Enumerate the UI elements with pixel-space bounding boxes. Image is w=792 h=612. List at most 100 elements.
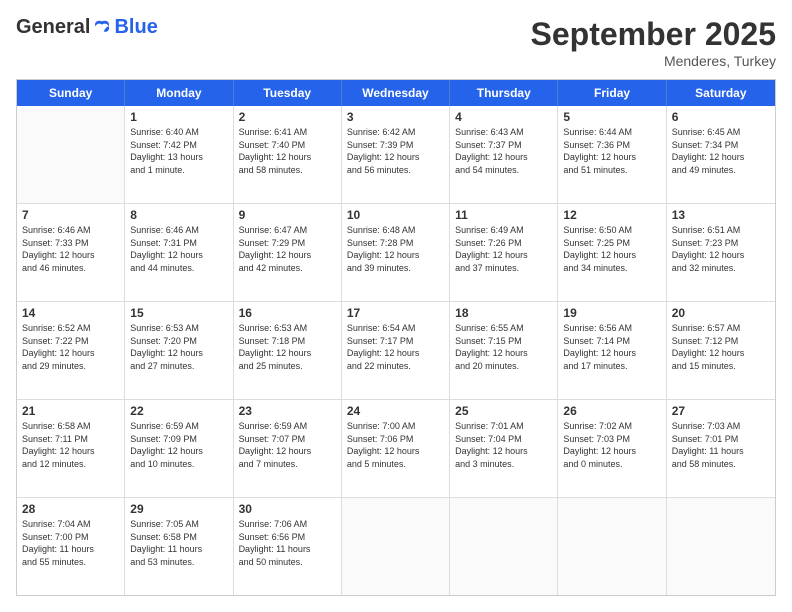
day-number: 27 — [672, 404, 770, 418]
day-number: 29 — [130, 502, 227, 516]
day-info: Sunrise: 6:58 AMSunset: 7:11 PMDaylight:… — [22, 420, 119, 470]
day-cell-5: 5Sunrise: 6:44 AMSunset: 7:36 PMDaylight… — [558, 106, 666, 203]
day-cell-7: 7 Sunrise: 6:46 AMSunset: 7:33 PMDaylight… — [17, 204, 125, 301]
title-area: September 2025 Menderes, Turkey — [531, 16, 776, 69]
day-cell-23: 23 Sunrise: 6:59 AMSunset: 7:07 PMDayligh… — [234, 400, 342, 497]
day-number: 25 — [455, 404, 552, 418]
empty-cell-4-3 — [342, 498, 450, 595]
day-number: 4 — [455, 110, 552, 124]
day-info: Sunrise: 6:42 AMSunset: 7:39 PMDaylight:… — [347, 126, 444, 176]
day-info: Sunrise: 6:40 AMSunset: 7:42 PMDaylight:… — [130, 126, 227, 176]
day-info: Sunrise: 6:45 AMSunset: 7:34 PMDaylight:… — [672, 126, 770, 176]
header: General Blue September 2025 Menderes, Tu… — [16, 16, 776, 69]
day-header-friday: Friday — [558, 80, 666, 106]
day-number: 30 — [239, 502, 336, 516]
week-row-0: 1 Sunrise: 6:40 AMSunset: 7:42 PMDaylight… — [17, 106, 775, 204]
empty-cell-4-5 — [558, 498, 666, 595]
day-number: 7 — [22, 208, 119, 222]
day-header-monday: Monday — [125, 80, 233, 106]
day-info: Sunrise: 6:53 AMSunset: 7:20 PMDaylight:… — [130, 322, 227, 372]
day-number: 26 — [563, 404, 660, 418]
day-cell-27: 27 Sunrise: 7:03 AMSunset: 7:01 PMDayligh… — [667, 400, 775, 497]
day-cell-12: 12 Sunrise: 6:50 AMSunset: 7:25 PMDayligh… — [558, 204, 666, 301]
day-info: Sunrise: 6:53 AMSunset: 7:18 PMDaylight:… — [239, 322, 336, 372]
day-number: 14 — [22, 306, 119, 320]
day-number: 28 — [22, 502, 119, 516]
day-info: Sunrise: 7:04 AMSunset: 7:00 PMDaylight:… — [22, 518, 119, 568]
day-number: 15 — [130, 306, 227, 320]
month-title: September 2025 — [531, 16, 776, 53]
day-info: Sunrise: 6:43 AMSunset: 7:37 PMDaylight:… — [455, 126, 552, 176]
calendar-body: 1 Sunrise: 6:40 AMSunset: 7:42 PMDaylight… — [17, 106, 775, 595]
day-cell-17: 17 Sunrise: 6:54 AMSunset: 7:17 PMDayligh… — [342, 302, 450, 399]
empty-cell-4-4 — [450, 498, 558, 595]
day-number: 3 — [347, 110, 444, 124]
day-header-thursday: Thursday — [450, 80, 558, 106]
day-header-wednesday: Wednesday — [342, 80, 450, 106]
day-number: 17 — [347, 306, 444, 320]
day-info: Sunrise: 6:59 AMSunset: 7:07 PMDaylight:… — [239, 420, 336, 470]
day-cell-22: 22Sunrise: 6:59 AMSunset: 7:09 PMDayligh… — [125, 400, 233, 497]
day-cell-13: 13 Sunrise: 6:51 AMSunset: 7:23 PMDayligh… — [667, 204, 775, 301]
day-cell-6: 6 Sunrise: 6:45 AMSunset: 7:34 PMDaylight… — [667, 106, 775, 203]
day-number: 8 — [130, 208, 227, 222]
day-info: Sunrise: 6:46 AMSunset: 7:31 PMDaylight:… — [130, 224, 227, 274]
day-cell-29: 29 Sunrise: 7:05 AMSunset: 6:58 PMDayligh… — [125, 498, 233, 595]
day-header-saturday: Saturday — [667, 80, 775, 106]
day-cell-14: 14Sunrise: 6:52 AMSunset: 7:22 PMDayligh… — [17, 302, 125, 399]
day-info: Sunrise: 6:57 AMSunset: 7:12 PMDaylight:… — [672, 322, 770, 372]
day-info: Sunrise: 7:01 AMSunset: 7:04 PMDaylight:… — [455, 420, 552, 470]
day-cell-1: 1 Sunrise: 6:40 AMSunset: 7:42 PMDaylight… — [125, 106, 233, 203]
logo-bird-icon — [92, 18, 112, 38]
day-info: Sunrise: 6:50 AMSunset: 7:25 PMDaylight:… — [563, 224, 660, 274]
week-row-3: 21 Sunrise: 6:58 AMSunset: 7:11 PMDayligh… — [17, 400, 775, 498]
day-info: Sunrise: 7:05 AMSunset: 6:58 PMDaylight:… — [130, 518, 227, 568]
day-info: Sunrise: 6:54 AMSunset: 7:17 PMDaylight:… — [347, 322, 444, 372]
day-number: 16 — [239, 306, 336, 320]
day-cell-18: 18 Sunrise: 6:55 AMSunset: 7:15 PMDayligh… — [450, 302, 558, 399]
day-number: 19 — [563, 306, 660, 320]
day-number: 11 — [455, 208, 552, 222]
day-cell-26: 26Sunrise: 7:02 AMSunset: 7:03 PMDayligh… — [558, 400, 666, 497]
day-cell-24: 24Sunrise: 7:00 AMSunset: 7:06 PMDayligh… — [342, 400, 450, 497]
day-info: Sunrise: 6:56 AMSunset: 7:14 PMDaylight:… — [563, 322, 660, 372]
day-number: 18 — [455, 306, 552, 320]
day-info: Sunrise: 6:51 AMSunset: 7:23 PMDaylight:… — [672, 224, 770, 274]
day-info: Sunrise: 7:00 AMSunset: 7:06 PMDaylight:… — [347, 420, 444, 470]
day-cell-9: 9Sunrise: 6:47 AMSunset: 7:29 PMDaylight… — [234, 204, 342, 301]
day-cell-25: 25 Sunrise: 7:01 AMSunset: 7:04 PMDayligh… — [450, 400, 558, 497]
location-subtitle: Menderes, Turkey — [531, 53, 776, 69]
day-cell-11: 11 Sunrise: 6:49 AMSunset: 7:26 PMDayligh… — [450, 204, 558, 301]
day-cell-15: 15 Sunrise: 6:53 AMSunset: 7:20 PMDayligh… — [125, 302, 233, 399]
day-number: 2 — [239, 110, 336, 124]
day-info: Sunrise: 6:49 AMSunset: 7:26 PMDaylight:… — [455, 224, 552, 274]
day-cell-20: 20Sunrise: 6:57 AMSunset: 7:12 PMDayligh… — [667, 302, 775, 399]
day-cell-10: 10 Sunrise: 6:48 AMSunset: 7:28 PMDayligh… — [342, 204, 450, 301]
day-number: 23 — [239, 404, 336, 418]
day-number: 13 — [672, 208, 770, 222]
day-number: 21 — [22, 404, 119, 418]
day-number: 5 — [563, 110, 660, 124]
week-row-4: 28 Sunrise: 7:04 AMSunset: 7:00 PMDayligh… — [17, 498, 775, 595]
day-number: 10 — [347, 208, 444, 222]
day-info: Sunrise: 7:03 AMSunset: 7:01 PMDaylight:… — [672, 420, 770, 470]
day-cell-3: 3 Sunrise: 6:42 AMSunset: 7:39 PMDaylight… — [342, 106, 450, 203]
empty-cell-4-6 — [667, 498, 775, 595]
day-cell-30: 30 Sunrise: 7:06 AMSunset: 6:56 PMDayligh… — [234, 498, 342, 595]
empty-cell-0-0 — [17, 106, 125, 203]
day-number: 12 — [563, 208, 660, 222]
day-info: Sunrise: 6:47 AMSunset: 7:29 PMDaylight:… — [239, 224, 336, 274]
day-info: Sunrise: 6:46 AMSunset: 7:33 PMDaylight:… — [22, 224, 119, 274]
day-info: Sunrise: 6:48 AMSunset: 7:28 PMDaylight:… — [347, 224, 444, 274]
day-cell-16: 16 Sunrise: 6:53 AMSunset: 7:18 PMDayligh… — [234, 302, 342, 399]
day-cell-4: 4 Sunrise: 6:43 AMSunset: 7:37 PMDaylight… — [450, 106, 558, 203]
day-info: Sunrise: 6:55 AMSunset: 7:15 PMDaylight:… — [455, 322, 552, 372]
day-number: 6 — [672, 110, 770, 124]
week-row-1: 7 Sunrise: 6:46 AMSunset: 7:33 PMDaylight… — [17, 204, 775, 302]
day-info: Sunrise: 7:06 AMSunset: 6:56 PMDaylight:… — [239, 518, 336, 568]
day-number: 1 — [130, 110, 227, 124]
logo: General Blue — [16, 16, 158, 39]
day-cell-28: 28 Sunrise: 7:04 AMSunset: 7:00 PMDayligh… — [17, 498, 125, 595]
day-cell-2: 2Sunrise: 6:41 AMSunset: 7:40 PMDaylight… — [234, 106, 342, 203]
day-cell-21: 21 Sunrise: 6:58 AMSunset: 7:11 PMDayligh… — [17, 400, 125, 497]
